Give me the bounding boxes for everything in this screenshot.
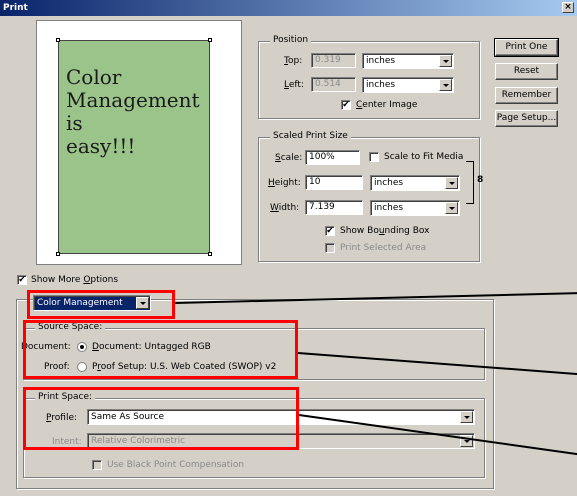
chevron-down-icon[interactable] bbox=[439, 79, 452, 91]
print-selected-area-label: Print Selected Area bbox=[340, 243, 427, 253]
left-label: Left: bbox=[284, 80, 304, 90]
preview-image-text: Color Management is easy!!! bbox=[66, 66, 216, 158]
preview-line: easy!!! bbox=[66, 134, 136, 158]
center-image-label: Center Image bbox=[356, 100, 418, 110]
height-label: Height: bbox=[268, 178, 301, 188]
scaled-group-title: Scaled Print Size bbox=[270, 131, 351, 141]
scale-to-fit-label: Scale to Fit Media bbox=[384, 152, 464, 162]
print-selected-area-checkbox[interactable] bbox=[325, 243, 335, 253]
width-unit-value: inches bbox=[374, 203, 404, 213]
top-unit-value: inches bbox=[366, 56, 396, 66]
center-image-checkbox[interactable]: ✔ bbox=[341, 100, 351, 110]
chain-link-icon[interactable]: 8 bbox=[477, 175, 483, 185]
height-unit-value: inches bbox=[374, 178, 404, 188]
width-input[interactable]: 7.139 bbox=[305, 200, 363, 215]
chevron-down-icon[interactable] bbox=[439, 55, 452, 67]
scale-label: Scale: bbox=[275, 153, 303, 163]
close-icon[interactable]: × bbox=[562, 2, 574, 13]
show-bounding-box-checkbox[interactable]: ✔ bbox=[325, 226, 335, 236]
show-bounding-box-label: Show Bounding Box bbox=[340, 226, 430, 236]
proportion-link-bracket bbox=[466, 161, 474, 204]
show-more-options-checkbox[interactable]: ✔ bbox=[17, 275, 27, 285]
left-unit-select[interactable]: inches bbox=[362, 77, 454, 93]
height-input[interactable]: 10 bbox=[305, 175, 363, 190]
height-unit-select[interactable]: inches bbox=[370, 175, 460, 191]
bounding-handle-bottom-right[interactable] bbox=[208, 252, 212, 256]
bounding-handle-top-right[interactable] bbox=[208, 38, 212, 42]
scale-input[interactable]: 100% bbox=[305, 150, 360, 165]
scale-to-fit-checkbox[interactable] bbox=[369, 152, 379, 162]
top-label: Top: bbox=[284, 56, 303, 66]
width-label: Width: bbox=[270, 203, 300, 213]
title-bar: Print bbox=[0, 0, 577, 16]
chevron-down-icon[interactable] bbox=[445, 202, 458, 214]
black-point-compensation-label: Use Black Point Compensation bbox=[107, 460, 245, 470]
black-point-compensation-checkbox[interactable] bbox=[92, 460, 102, 470]
page-setup-button[interactable]: Page Setup... bbox=[495, 110, 558, 127]
highlight-box-print-space bbox=[23, 387, 299, 450]
highlight-box-source-space bbox=[23, 320, 298, 379]
chevron-down-icon[interactable] bbox=[445, 177, 458, 189]
chevron-down-icon[interactable] bbox=[460, 411, 473, 423]
window-title: Print bbox=[3, 3, 28, 13]
highlight-box-mode bbox=[27, 290, 175, 319]
preview-line: is bbox=[66, 111, 83, 135]
width-unit-select[interactable]: inches bbox=[370, 200, 460, 216]
print-one-button[interactable]: Print One bbox=[494, 38, 559, 57]
top-input[interactable]: 0.319 bbox=[311, 53, 356, 68]
remember-button[interactable]: Remember bbox=[495, 87, 558, 104]
bounding-handle-bottom-left[interactable] bbox=[56, 252, 60, 256]
top-unit-select[interactable]: inches bbox=[362, 53, 454, 69]
preview-line: Color bbox=[66, 65, 122, 89]
left-unit-value: inches bbox=[366, 80, 396, 90]
show-more-options-label: Show More Options bbox=[31, 275, 119, 285]
left-input[interactable]: 0.514 bbox=[311, 77, 356, 92]
reset-button[interactable]: Reset bbox=[495, 63, 558, 80]
position-group-title: Position bbox=[270, 35, 312, 45]
preview-line: Management bbox=[66, 88, 200, 112]
bounding-handle-top-left[interactable] bbox=[56, 38, 60, 42]
